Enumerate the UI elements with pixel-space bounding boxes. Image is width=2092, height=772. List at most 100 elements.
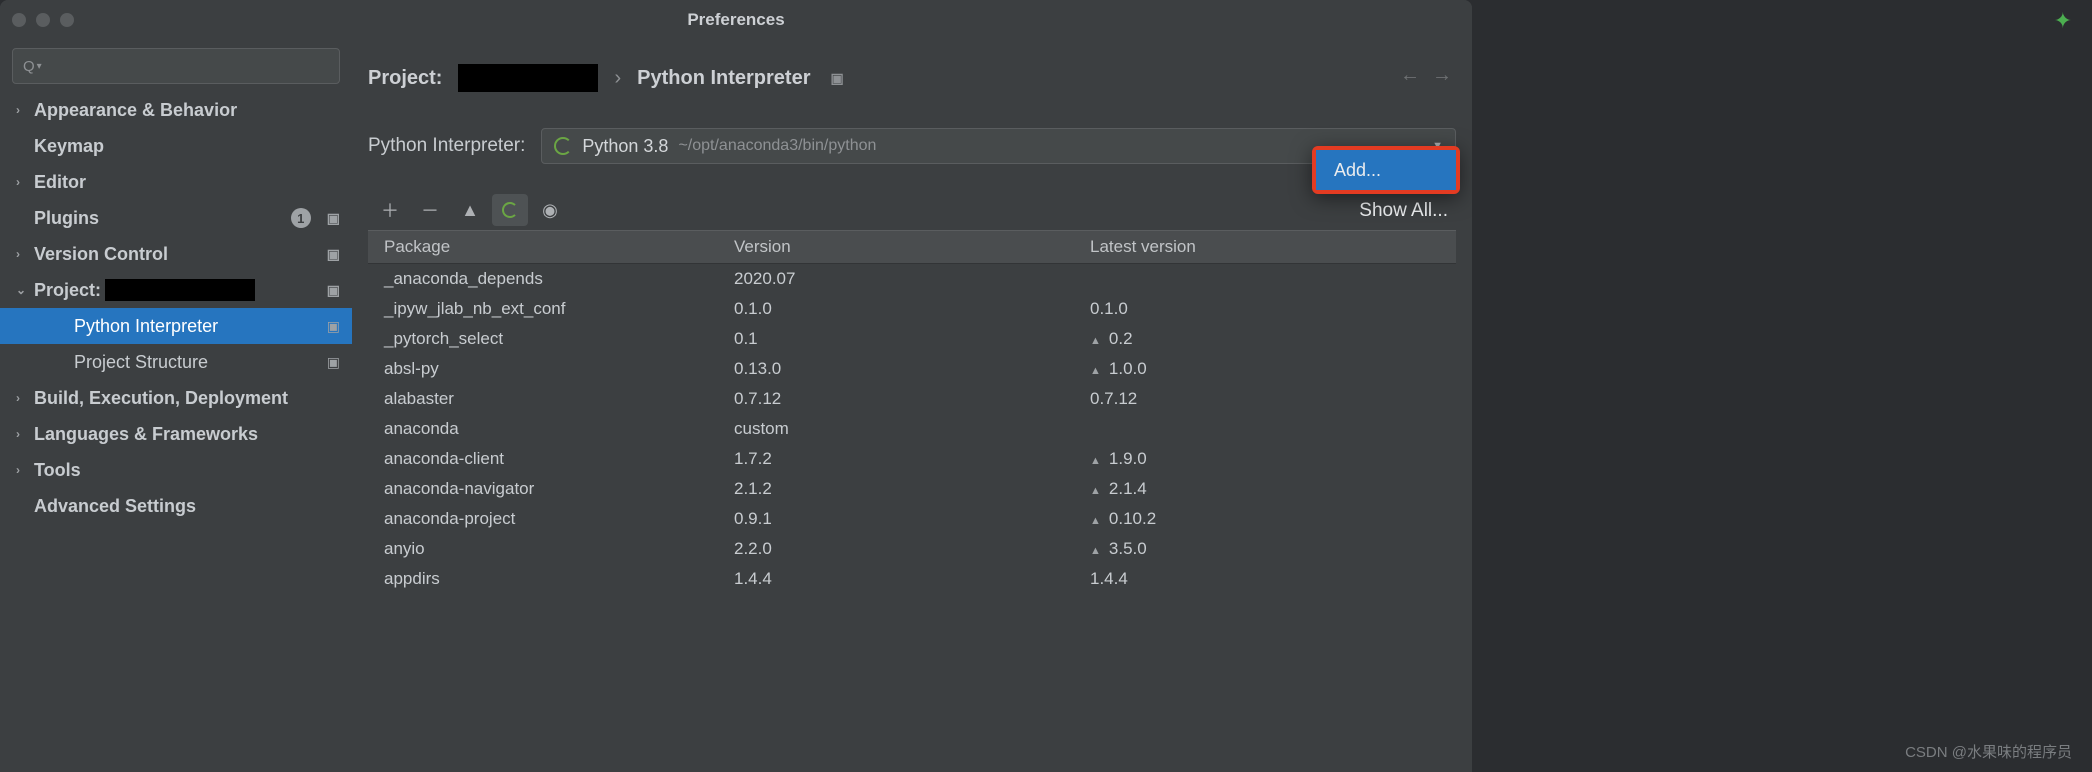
cell-version: custom [718, 419, 1074, 439]
breadcrumb-page: Python Interpreter [637, 67, 810, 90]
upgrade-arrow-icon: ▲ [1090, 485, 1101, 497]
cell-latest: 0.7.12 [1074, 389, 1456, 409]
search-input[interactable]: Q ▾ [12, 48, 340, 84]
sidebar-item[interactable]: ›Build, Execution, Deployment [0, 380, 352, 416]
interpreter-name: Python 3.8 [582, 136, 668, 157]
close-icon[interactable] [12, 13, 26, 27]
cell-latest: ▲2.1.4 [1074, 479, 1456, 499]
table-row[interactable]: anaconda-client1.7.2▲1.9.0 [368, 444, 1456, 474]
sidebar-item[interactable]: ›Editor [0, 164, 352, 200]
sidebar-item-label: Advanced Settings [34, 496, 196, 517]
sidebar-item[interactable]: ›Appearance & Behavior [0, 92, 352, 128]
sidebar-item[interactable]: Advanced Settings [0, 488, 352, 524]
redacted-block [458, 64, 598, 92]
table-row[interactable]: anaconda-project0.9.1▲0.10.2 [368, 504, 1456, 534]
col-package[interactable]: Package [368, 237, 718, 257]
preferences-window: Preferences Q ▾ ›Appearance & BehaviorKe… [0, 0, 1472, 772]
table-header: Package Version Latest version [368, 230, 1456, 264]
packages-table: Package Version Latest version _anaconda… [368, 230, 1456, 772]
interpreter-label: Python Interpreter: [368, 135, 525, 157]
bg-decor-icon: ✦ [2054, 8, 2072, 34]
minimize-icon[interactable] [36, 13, 50, 27]
cell-latest: ▲0.10.2 [1074, 509, 1456, 529]
cell-package: _anaconda_depends [368, 269, 718, 289]
cell-version: 2.2.0 [718, 539, 1074, 559]
sidebar: Q ▾ ›Appearance & BehaviorKeymap›EditorP… [0, 40, 352, 772]
python-icon [554, 137, 572, 155]
cell-version: 0.7.12 [718, 389, 1074, 409]
table-row[interactable]: anyio2.2.0▲3.5.0 [368, 534, 1456, 564]
chevron-down-icon: ▾ [37, 61, 42, 72]
sidebar-item-label: Plugins [34, 208, 99, 229]
cell-latest: ▲3.5.0 [1074, 539, 1456, 559]
sidebar-item-label: Editor [34, 172, 86, 193]
conda-button[interactable] [492, 194, 528, 226]
table-row[interactable]: _pytorch_select0.1▲0.2 [368, 324, 1456, 354]
add-package-button[interactable]: ＋ [372, 194, 408, 226]
table-row[interactable]: appdirs1.4.41.4.4 [368, 564, 1456, 594]
sidebar-item-label: Appearance & Behavior [34, 100, 237, 121]
add-interpreter-item[interactable]: Add... [1316, 150, 1456, 190]
sidebar-item-label: Project: [34, 280, 101, 301]
upgrade-arrow-icon: ▲ [1090, 515, 1101, 527]
redacted-block [105, 279, 255, 301]
upgrade-arrow-icon: ▲ [1090, 545, 1101, 557]
cell-package: anaconda-client [368, 449, 718, 469]
expand-arrow-icon: ⌄ [16, 283, 34, 297]
table-row[interactable]: anacondacustom [368, 414, 1456, 444]
back-button[interactable]: ← [1400, 64, 1420, 87]
cell-latest: 1.4.4 [1074, 569, 1456, 589]
table-row[interactable]: anaconda-navigator2.1.2▲2.1.4 [368, 474, 1456, 504]
cell-version: 0.1 [718, 329, 1074, 349]
cell-package: _ipyw_jlab_nb_ext_conf [368, 299, 718, 319]
breadcrumb: Project: › Python Interpreter ▣ [368, 64, 1456, 92]
table-row[interactable]: _ipyw_jlab_nb_ext_conf0.1.00.1.0 [368, 294, 1456, 324]
table-row[interactable]: alabaster0.7.120.7.12 [368, 384, 1456, 414]
breadcrumb-project-label: Project: [368, 67, 442, 90]
cell-version: 1.7.2 [718, 449, 1074, 469]
sidebar-item-label: Project Structure [74, 352, 208, 373]
sidebar-item[interactable]: ⌄Project:▣ [0, 272, 352, 308]
sidebar-item[interactable]: Keymap [0, 128, 352, 164]
cell-package: appdirs [368, 569, 718, 589]
interpreter-dropdown-menu: Add... [1312, 146, 1460, 194]
cell-package: anaconda-project [368, 509, 718, 529]
upgrade-package-button[interactable]: ▲ [452, 194, 488, 226]
window-title: Preferences [687, 10, 784, 30]
sidebar-item-label: Keymap [34, 136, 104, 157]
col-latest[interactable]: Latest version [1074, 237, 1456, 257]
remove-package-button[interactable]: － [412, 194, 448, 226]
sidebar-item-label: Build, Execution, Deployment [34, 388, 288, 409]
sidebar-item[interactable]: Plugins1▣ [0, 200, 352, 236]
cell-latest: 0.1.0 [1074, 299, 1456, 319]
expand-arrow-icon: › [16, 247, 34, 261]
sidebar-item[interactable]: ›Languages & Frameworks [0, 416, 352, 452]
interpreter-row: Python Interpreter: Python 3.8 ~/opt/ana… [368, 128, 1456, 164]
sidebar-item[interactable]: ›Version Control▣ [0, 236, 352, 272]
show-early-releases-button[interactable]: ◉ [532, 194, 568, 226]
cell-latest: ▲1.9.0 [1074, 449, 1456, 469]
cell-package: alabaster [368, 389, 718, 409]
cell-version: 1.4.4 [718, 569, 1074, 589]
cell-latest: ▲0.2 [1074, 329, 1456, 349]
table-row[interactable]: _anaconda_depends2020.07 [368, 264, 1456, 294]
module-icon: ▣ [327, 318, 340, 335]
sidebar-item-label: Version Control [34, 244, 168, 265]
show-all-interpreters-item[interactable]: Show All... [1359, 200, 1448, 222]
cell-latest: ▲1.0.0 [1074, 359, 1456, 379]
forward-button[interactable]: → [1432, 64, 1452, 87]
zoom-icon[interactable] [60, 13, 74, 27]
cell-package: _pytorch_select [368, 329, 718, 349]
expand-arrow-icon: › [16, 391, 34, 405]
sidebar-item[interactable]: Python Interpreter▣ [0, 308, 352, 344]
main-panel: Project: › Python Interpreter ▣ ← → Pyth… [352, 40, 1472, 772]
search-icon: Q [23, 58, 35, 75]
sidebar-item-label: Tools [34, 460, 81, 481]
table-row[interactable]: absl-py0.13.0▲1.0.0 [368, 354, 1456, 384]
expand-arrow-icon: › [16, 427, 34, 441]
col-version[interactable]: Version [718, 237, 1074, 257]
nav-arrows: ← → [1400, 64, 1452, 87]
expand-arrow-icon: › [16, 103, 34, 117]
sidebar-item[interactable]: ›Tools [0, 452, 352, 488]
sidebar-item[interactable]: Project Structure▣ [0, 344, 352, 380]
